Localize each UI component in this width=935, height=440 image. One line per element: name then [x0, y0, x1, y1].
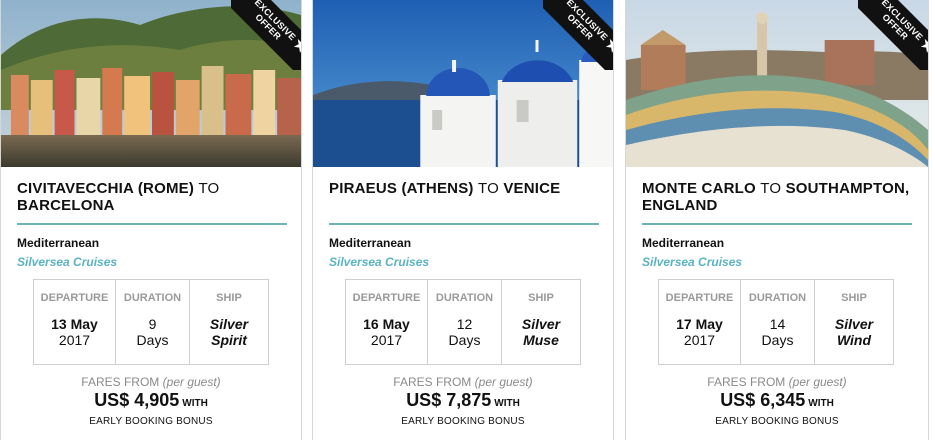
- origin-port: CIVITAVECCHIA (ROME): [17, 180, 195, 197]
- voyage-details: DEPARTURE 16 May 2017 DURATION 12 Days S…: [345, 279, 581, 365]
- ship-cell: SHIP Silver Wind: [815, 280, 893, 364]
- region-label: Mediterranean: [329, 236, 412, 250]
- fares-label: FARES FROM: [393, 375, 472, 389]
- per-guest-label: (per guest): [474, 375, 533, 389]
- ship-name-line1: Silver: [209, 316, 249, 332]
- duration-value: 14: [769, 316, 786, 332]
- exclusive-offer-ribbon: ★ EXCLUSIVE OFFER: [543, 0, 613, 70]
- price: US$ 6,345 WITH: [626, 390, 928, 411]
- ship-name-line2: Wind: [836, 332, 872, 348]
- price-amount: US$ 6,345: [720, 390, 806, 410]
- destination-port: VENICE: [503, 180, 561, 197]
- ship-header: SHIP: [216, 292, 242, 304]
- departure-year: 2017: [683, 332, 716, 348]
- ship-name-line2: Spirit: [211, 332, 247, 348]
- price-amount: US$ 7,875: [406, 390, 492, 410]
- duration-unit: Days: [136, 332, 169, 348]
- early-booking-bonus: EARLY BOOKING BONUS: [89, 416, 213, 427]
- cruise-line-label: Silversea Cruises: [17, 255, 118, 269]
- duration-header: DURATION: [123, 292, 182, 304]
- ship-name-line1: Silver: [834, 316, 874, 332]
- departure-year: 2017: [58, 332, 91, 348]
- duration-unit: Days: [761, 332, 794, 348]
- price-amount: US$ 4,905: [94, 390, 180, 410]
- ship-header: SHIP: [528, 292, 554, 304]
- cruise-card[interactable]: ★ EXCLUSIVE OFFER MONTE CARLO TO SOUTHAM…: [625, 0, 929, 440]
- fares-label: FARES FROM: [707, 375, 786, 389]
- duration-unit: Days: [448, 332, 481, 348]
- region-label: Mediterranean: [642, 236, 725, 250]
- duration-cell: DURATION 12 Days: [428, 280, 502, 364]
- price-with: WITH: [182, 398, 208, 409]
- cruise-card[interactable]: ★ EXCLUSIVE OFFER PIRAEUS (ATHENS) TO VE…: [312, 0, 614, 440]
- ship-cell: SHIP Silver Spirit: [190, 280, 268, 364]
- duration-value: 12: [456, 316, 473, 332]
- ship-name-line1: Silver: [521, 316, 561, 332]
- voyage-details: DEPARTURE 17 May 2017 DURATION 14 Days S…: [658, 279, 894, 365]
- origin-port: PIRAEUS (ATHENS): [329, 180, 474, 197]
- cruise-card[interactable]: ★ EXCLUSIVE OFFER CIVITAVECCHIA (ROME) T…: [0, 0, 302, 440]
- ship-cell: SHIP Silver Muse: [502, 280, 580, 364]
- early-booking-bonus: EARLY BOOKING BONUS: [715, 416, 839, 427]
- route-title[interactable]: CIVITAVECCHIA (ROME) TO BARCELONA: [17, 180, 287, 214]
- duration-value: 9: [148, 316, 157, 332]
- fares-label: FARES FROM: [81, 375, 160, 389]
- price-with: WITH: [494, 398, 520, 409]
- price: US$ 4,905 WITH: [1, 390, 301, 411]
- early-booking-bonus: EARLY BOOKING BONUS: [401, 416, 525, 427]
- departure-header: DEPARTURE: [665, 292, 734, 304]
- per-guest-label: (per guest): [162, 375, 221, 389]
- departure-date: 13 May: [51, 316, 98, 332]
- route-connector: TO: [198, 180, 220, 197]
- origin-port: MONTE CARLO: [642, 180, 756, 197]
- ship-name-line2: Muse: [523, 332, 559, 348]
- divider: [17, 223, 287, 225]
- route-connector: TO: [477, 180, 499, 197]
- divider: [642, 223, 912, 225]
- departure-date: 17 May: [676, 316, 723, 332]
- departure-cell: DEPARTURE 16 May 2017: [346, 280, 428, 364]
- duration-header: DURATION: [748, 292, 807, 304]
- route-title[interactable]: MONTE CARLO TO SOUTHAMPTON, ENGLAND: [642, 180, 912, 214]
- voyage-details: DEPARTURE 13 May 2017 DURATION 9 Days SH…: [33, 279, 269, 365]
- exclusive-offer-ribbon: ★ EXCLUSIVE OFFER: [858, 0, 928, 70]
- fares-from-label: FARES FROM (per guest): [626, 375, 928, 389]
- divider: [329, 223, 599, 225]
- departure-cell: DEPARTURE 13 May 2017: [34, 280, 116, 364]
- duration-cell: DURATION 14 Days: [741, 280, 815, 364]
- fares-from-label: FARES FROM (per guest): [1, 375, 301, 389]
- departure-year: 2017: [370, 332, 403, 348]
- departure-date: 16 May: [363, 316, 410, 332]
- price-with: WITH: [808, 398, 834, 409]
- departure-header: DEPARTURE: [352, 292, 421, 304]
- per-guest-label: (per guest): [788, 375, 847, 389]
- exclusive-offer-ribbon: ★ EXCLUSIVE OFFER: [231, 0, 301, 70]
- departure-cell: DEPARTURE 17 May 2017: [659, 280, 741, 364]
- ship-header: SHIP: [841, 292, 867, 304]
- duration-header: DURATION: [435, 292, 494, 304]
- departure-header: DEPARTURE: [40, 292, 109, 304]
- route-title[interactable]: PIRAEUS (ATHENS) TO VENICE: [329, 180, 599, 197]
- destination-port: BARCELONA: [17, 197, 115, 214]
- cruise-offers: ★ EXCLUSIVE OFFER CIVITAVECCHIA (ROME) T…: [0, 0, 935, 440]
- region-label: Mediterranean: [17, 236, 100, 250]
- price: US$ 7,875 WITH: [313, 390, 613, 411]
- fares-from-label: FARES FROM (per guest): [313, 375, 613, 389]
- route-connector: TO: [760, 180, 782, 197]
- duration-cell: DURATION 9 Days: [116, 280, 190, 364]
- cruise-line-label: Silversea Cruises: [642, 255, 743, 269]
- cruise-line-label: Silversea Cruises: [329, 255, 430, 269]
